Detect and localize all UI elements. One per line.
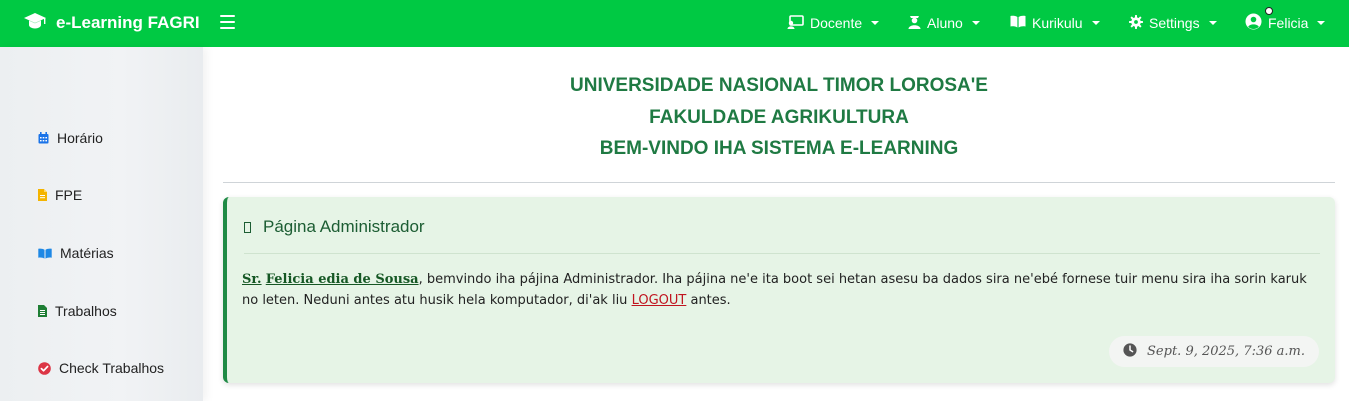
gear-icon [1129, 14, 1143, 32]
file-icon [38, 189, 47, 201]
nav-settings-label: Settings [1149, 15, 1200, 31]
nav-aluno[interactable]: Aluno [908, 12, 980, 34]
admin-welcome-card: Página Administrador Sr. Felicia edia de… [223, 197, 1335, 383]
university-title: UNIVERSIDADE NASIONAL TIMOR LOROSA'E [570, 75, 988, 96]
sidebar: Horário FPE Matérias Trabalhos Check Tra… [0, 47, 203, 401]
nav-user-menu[interactable]: Felicia [1245, 12, 1326, 34]
book-open-icon [38, 248, 52, 259]
user-graduate-icon [908, 15, 921, 32]
timestamp-text: Sept. 9, 2025, 7:36 a.m. [1147, 344, 1305, 359]
message-text-2: antes. [686, 293, 731, 308]
chevron-down-icon [1091, 21, 1100, 25]
divider [223, 182, 1335, 183]
sidebar-item-trabalhos[interactable]: Trabalhos [38, 301, 117, 321]
card-header: Página Administrador [244, 216, 425, 238]
sidebar-item-label: Matérias [60, 245, 114, 261]
nav-kurikulu[interactable]: Kurikulu [1010, 12, 1100, 34]
check-circle-icon [38, 361, 51, 375]
book-open-icon [1010, 15, 1026, 31]
clock-icon [1123, 342, 1137, 361]
chevron-down-icon [1317, 21, 1326, 25]
timestamp-badge: Sept. 9, 2025, 7:36 a.m. [1109, 336, 1319, 367]
salutation: Sr. [242, 272, 262, 287]
sidebar-item-label: Horário [57, 130, 103, 146]
user-name-link[interactable]: Felicia edia de Sousa [266, 272, 419, 287]
sidebar-item-materias[interactable]: Matérias [38, 243, 114, 263]
online-status-icon [1265, 7, 1273, 15]
calendar-icon [38, 132, 49, 144]
sidebar-item-check-trabalhos[interactable]: Check Trabalhos [38, 358, 164, 378]
top-navbar: e-Learning FAGRI Docente Aluno Kurikulu … [0, 0, 1349, 47]
nav-settings[interactable]: Settings [1129, 12, 1217, 34]
sidebar-item-label: Check Trabalhos [59, 360, 165, 376]
nav-aluno-label: Aluno [927, 15, 963, 31]
brand-title: e-Learning FAGRI [56, 13, 200, 32]
card-divider [244, 253, 1320, 254]
welcome-title: BEM-VINDO IHA SISTEMA E-LEARNING [599, 138, 959, 159]
welcome-message: Sr. Felicia edia de Sousa, bemvindo iha … [242, 269, 1322, 311]
user-circle-icon [1245, 13, 1262, 33]
sidebar-item-label: Trabalhos [55, 303, 117, 319]
nav-kurikulu-label: Kurikulu [1032, 15, 1083, 31]
chevron-down-icon [971, 21, 980, 25]
menu-toggle-button[interactable] [220, 14, 235, 30]
nav-docente[interactable]: Docente [787, 12, 880, 34]
brand[interactable]: e-Learning FAGRI [23, 12, 200, 34]
chalkboard-teacher-icon [787, 14, 804, 32]
chevron-down-icon [871, 21, 880, 25]
faculty-title: FAKULDADE AGRIKULTURA [649, 106, 909, 128]
file-alt-icon [38, 305, 47, 317]
sidebar-item-fpe[interactable]: FPE [38, 185, 82, 205]
card-title: Página Administrador [263, 217, 425, 236]
page-title: UNIVERSIDADE NASIONAL TIMOR LOROSA'E FAK… [223, 70, 1335, 165]
logout-link[interactable]: LOGOUT [632, 293, 687, 308]
graduation-cap-icon [23, 12, 47, 34]
chevron-down-icon [1208, 21, 1217, 25]
missing-glyph-icon [244, 221, 251, 233]
sidebar-item-label: FPE [55, 187, 83, 203]
nav-docente-label: Docente [810, 15, 863, 31]
sidebar-item-horario[interactable]: Horário [38, 128, 103, 148]
nav-user-label: Felicia [1268, 15, 1309, 31]
